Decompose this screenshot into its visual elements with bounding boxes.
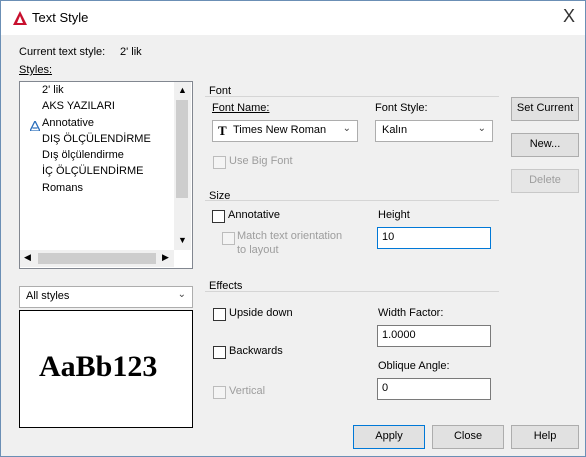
effects-group-label: Effects	[209, 280, 243, 292]
annotative-checkbox[interactable]	[212, 210, 225, 223]
vertical-checkbox[interactable]	[213, 386, 226, 399]
list-item[interactable]: Romans	[42, 182, 83, 194]
font-style-label: Font Style:	[375, 102, 428, 114]
use-big-font-label: Use Big Font	[229, 155, 293, 167]
height-label: Height	[378, 209, 410, 221]
list-item[interactable]: AKS YAZILARI	[42, 100, 115, 112]
oblique-angle-value: 0	[382, 382, 389, 394]
width-factor-input[interactable]: 1.0000	[377, 325, 491, 347]
chevron-down-icon[interactable]: ⌄	[178, 289, 186, 300]
list-item[interactable]: Dış ölçülendirme	[42, 149, 124, 161]
new-style-button[interactable]: New...	[511, 133, 579, 157]
annotative-label: Annotative	[228, 209, 280, 221]
scroll-left-icon[interactable]: ◀	[24, 252, 31, 263]
oblique-angle-input[interactable]: 0	[377, 378, 491, 400]
title-bar: Text Style X	[1, 1, 585, 35]
style-preview: AaBb123	[19, 310, 193, 428]
scroll-right-icon[interactable]: ▶	[162, 252, 169, 263]
match-orientation-label-line2: to layout	[237, 244, 279, 256]
width-factor-label: Width Factor:	[378, 307, 444, 319]
font-style-value: Kalın	[382, 124, 408, 136]
styles-filter-value: All styles	[26, 290, 70, 302]
text-style-dialog: Text Style X Current text style: 2' lik …	[0, 0, 586, 457]
styles-horizontal-scrollbar[interactable]: ◀ ▶	[20, 250, 174, 267]
upside-down-checkbox[interactable]	[213, 308, 226, 321]
oblique-angle-label: Oblique Angle:	[378, 360, 450, 372]
scroll-thumb[interactable]	[176, 100, 188, 198]
size-group-label: Size	[209, 190, 231, 202]
chevron-down-icon[interactable]: ⌄	[478, 123, 486, 134]
list-item[interactable]: İÇ ÖLÇÜLENDİRME	[42, 165, 143, 177]
styles-list[interactable]: 2' lik AKS YAZILARI Annotative DIŞ ÖLÇÜL…	[19, 81, 193, 269]
width-factor-value: 1.0000	[382, 329, 416, 341]
height-value: 10	[382, 231, 395, 243]
styles-filter-dropdown[interactable]: All styles ⌄	[19, 286, 193, 308]
annotative-icon	[30, 121, 40, 131]
help-button[interactable]: Help	[511, 425, 579, 449]
window-title: Text Style	[32, 10, 89, 25]
height-input[interactable]: 10	[377, 227, 491, 249]
delete-style-button[interactable]: Delete	[511, 169, 579, 193]
list-item[interactable]: Annotative	[42, 117, 94, 129]
backwards-label: Backwards	[229, 345, 283, 357]
match-orientation-label: Match text orientation	[237, 230, 343, 242]
use-big-font-checkbox[interactable]	[213, 156, 226, 169]
effects-group	[205, 291, 499, 292]
font-group	[205, 96, 499, 97]
list-item[interactable]: 2' lik	[42, 84, 64, 96]
close-icon[interactable]: X	[563, 6, 575, 27]
chevron-down-icon[interactable]: ⌄	[343, 123, 351, 134]
truetype-font-icon: T	[218, 123, 227, 138]
close-button[interactable]: Close	[432, 425, 504, 449]
list-item[interactable]: DIŞ ÖLÇÜLENDİRME	[42, 133, 151, 145]
preview-text: AaBb123	[39, 350, 158, 383]
styles-vertical-scrollbar[interactable]: ▲ ▼	[174, 82, 191, 250]
font-name-value: Times New Roman	[233, 124, 327, 136]
vertical-label: Vertical	[229, 385, 266, 397]
font-style-dropdown[interactable]: Kalın ⌄	[375, 120, 493, 142]
upside-down-label: Upside down	[229, 307, 293, 319]
current-style-value: 2' lik	[120, 46, 142, 58]
styles-label: Styles:	[19, 64, 53, 76]
scroll-down-icon[interactable]: ▼	[178, 235, 187, 245]
apply-button[interactable]: Apply	[353, 425, 425, 449]
set-current-button[interactable]: Set Current	[511, 97, 579, 121]
font-group-label: Font	[209, 85, 232, 97]
match-orientation-checkbox[interactable]	[222, 232, 235, 245]
size-group	[205, 200, 499, 201]
autocad-logo-icon	[13, 11, 27, 25]
current-style-label: Current text style:	[19, 46, 106, 58]
font-name-label: Font Name:	[212, 102, 270, 114]
backwards-checkbox[interactable]	[213, 346, 226, 359]
scroll-thumb[interactable]	[38, 253, 156, 264]
scroll-up-icon[interactable]: ▲	[178, 85, 187, 95]
font-name-dropdown[interactable]: T Times New Roman ⌄	[212, 120, 358, 142]
